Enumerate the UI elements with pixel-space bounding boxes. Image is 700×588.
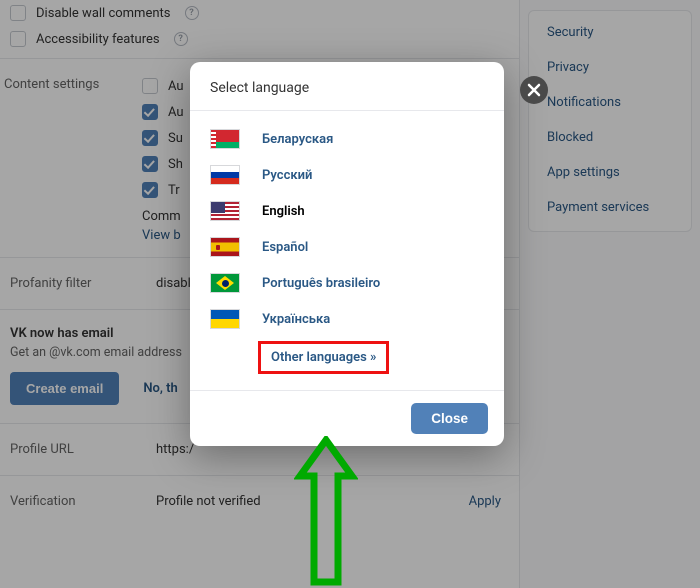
other-languages-label: Other languages » (271, 350, 376, 365)
language-option-es[interactable]: Español (190, 229, 504, 265)
language-option-by[interactable]: Беларуская (190, 121, 504, 157)
language-name: Русский (262, 168, 312, 183)
language-name: Українська (262, 312, 330, 327)
flag-icon-by (210, 129, 240, 149)
language-modal: Select language Беларуская Русский English… (190, 62, 504, 446)
flag-icon-br (210, 273, 240, 293)
close-button[interactable]: Close (411, 403, 488, 434)
other-languages-link[interactable]: Other languages » (258, 341, 389, 374)
language-option-br[interactable]: Português brasileiro (190, 265, 504, 301)
flag-icon-us (210, 201, 240, 221)
language-option-us[interactable]: English (190, 193, 504, 229)
language-name: English (262, 204, 305, 219)
flag-icon-ua (210, 309, 240, 329)
language-list: Беларуская Русский English Español Português… (190, 111, 504, 390)
language-option-ru[interactable]: Русский (190, 157, 504, 193)
language-name: Português brasileiro (262, 276, 380, 291)
close-icon (527, 83, 541, 97)
language-name: Беларуская (262, 132, 333, 147)
modal-close-x[interactable] (520, 76, 548, 104)
language-name: Español (262, 240, 308, 255)
modal-title: Select language (190, 62, 504, 111)
flag-icon-es (210, 237, 240, 257)
language-option-ua[interactable]: Українська (190, 301, 504, 337)
flag-icon-ru (210, 165, 240, 185)
